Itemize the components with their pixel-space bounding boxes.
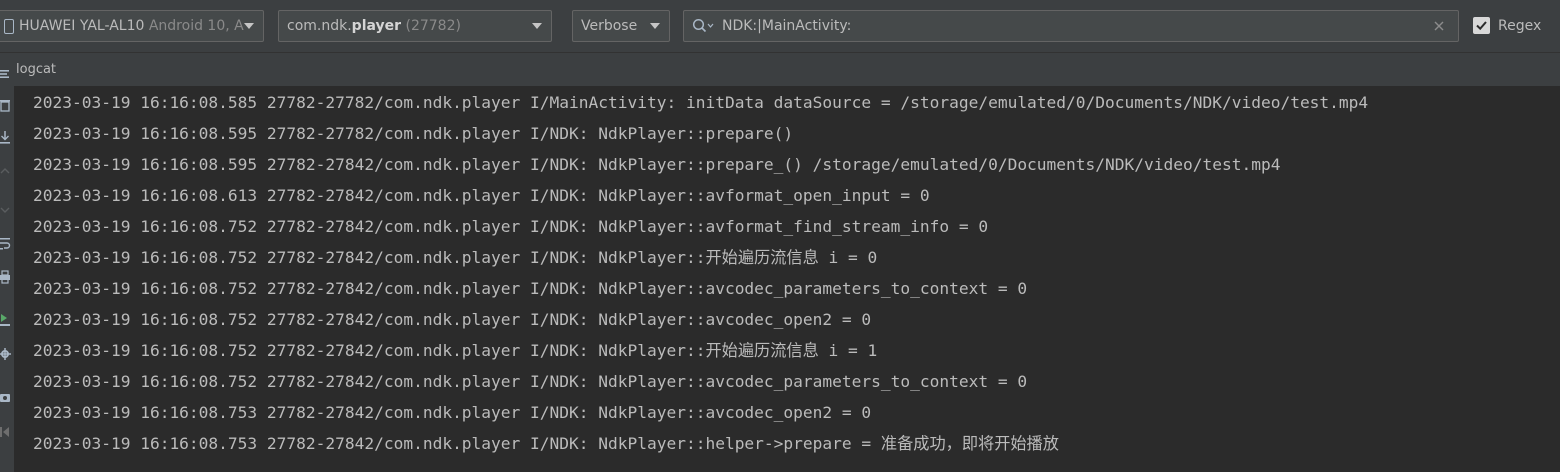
settings-icon[interactable]: [0, 346, 12, 360]
restart-icon[interactable]: [0, 98, 12, 112]
screen-record-icon[interactable]: [0, 424, 12, 438]
process-pid: (27782): [405, 18, 461, 34]
search-input[interactable]: NDK:|MainActivity:: [683, 10, 1459, 42]
log-line[interactable]: 2023-03-19 16:16:08.752 27782-27842/com.…: [33, 366, 1027, 397]
log-level-selector[interactable]: Verbose: [572, 10, 670, 42]
logcat-icon: [0, 64, 10, 78]
chevron-down-icon: [650, 23, 660, 29]
regex-label[interactable]: Regex: [1498, 10, 1541, 42]
process-selector[interactable]: com.ndk.player (27782): [278, 10, 552, 42]
regex-checkbox[interactable]: [1473, 17, 1490, 34]
down-arrow-icon[interactable]: [0, 202, 12, 216]
log-line[interactable]: 2023-03-19 16:16:08.752 27782-27842/com.…: [33, 304, 871, 335]
log-line[interactable]: 2023-03-19 16:16:08.613 27782-27842/com.…: [33, 180, 930, 211]
up-arrow-icon[interactable]: [0, 164, 12, 178]
log-line[interactable]: 2023-03-19 16:16:08.752 27782-27842/com.…: [33, 335, 877, 366]
log-line[interactable]: 2023-03-19 16:16:08.753 27782-27842/com.…: [33, 397, 871, 428]
logcat-toolbar: HUAWEI YAL-AL10 Android 10, A com.ndk.pl…: [0, 0, 1560, 52]
log-output[interactable]: 2023-03-19 16:16:08.585 27782-27782/com.…: [14, 86, 1560, 472]
logcat-panel-header: logcat: [0, 52, 1560, 86]
restart-debug-icon[interactable]: [0, 312, 12, 326]
log-line[interactable]: 2023-03-19 16:16:08.753 27782-27842/com.…: [33, 428, 1059, 459]
device-name: HUAWEI YAL-AL10: [19, 18, 145, 34]
process-name-prefix: com.ndk.: [287, 18, 352, 34]
search-value: NDK:|MainActivity:: [722, 18, 852, 34]
log-line[interactable]: 2023-03-19 16:16:08.595 27782-27782/com.…: [33, 118, 793, 149]
panel-title: logcat: [16, 62, 57, 77]
log-level-value: Verbose: [581, 18, 638, 34]
log-line[interactable]: 2023-03-19 16:16:08.752 27782-27842/com.…: [33, 242, 877, 273]
log-line[interactable]: 2023-03-19 16:16:08.752 27782-27842/com.…: [33, 211, 988, 242]
log-line[interactable]: 2023-03-19 16:16:08.752 27782-27842/com.…: [33, 273, 1027, 304]
clear-icon[interactable]: [1432, 18, 1446, 32]
soft-wrap-icon[interactable]: [0, 236, 12, 250]
chevron-down-icon: [244, 23, 254, 29]
print-icon[interactable]: [0, 269, 12, 284]
log-line[interactable]: 2023-03-19 16:16:08.595 27782-27842/com.…: [33, 149, 1280, 180]
phone-icon: [4, 19, 14, 34]
download-icon[interactable]: [0, 130, 12, 144]
device-selector[interactable]: HUAWEI YAL-AL10 Android 10, A: [0, 10, 264, 42]
logcat-side-toolbar: [0, 86, 14, 472]
chevron-down-icon: [532, 23, 542, 29]
search-icon[interactable]: [692, 18, 714, 34]
log-line[interactable]: 2023-03-19 16:16:08.585 27782-27782/com.…: [33, 87, 1368, 118]
process-name-bold: player: [351, 18, 402, 34]
device-os: Android 10, A: [148, 18, 244, 34]
checkmark-icon: [1476, 21, 1487, 31]
screenshot-icon[interactable]: [0, 390, 12, 404]
